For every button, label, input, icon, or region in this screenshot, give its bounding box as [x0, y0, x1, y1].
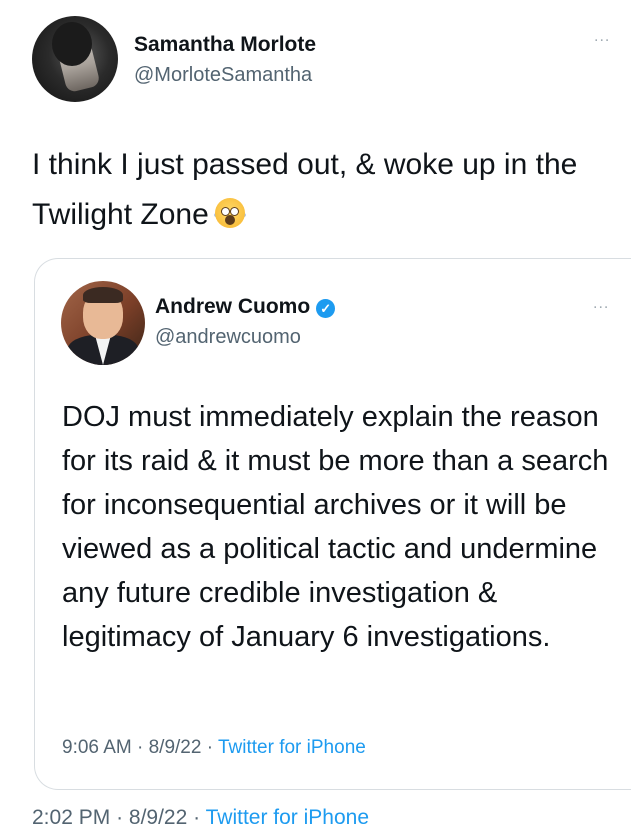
- tweet-meta: 2:02 PM · 8/9/22 · Twitter for iPhone: [32, 806, 369, 830]
- more-options-icon[interactable]: ...: [594, 28, 610, 46]
- timestamp[interactable]: 2:02 PM: [32, 806, 110, 829]
- tweet-text: I think I just passed out, & woke up in …: [32, 140, 622, 240]
- author-name[interactable]: Samantha Morlote: [134, 33, 316, 57]
- meta-separator: ·: [206, 737, 214, 758]
- quoted-date[interactable]: 8/9/22: [149, 737, 202, 758]
- source-link[interactable]: Twitter for iPhone: [206, 806, 369, 829]
- verified-badge-icon: ✓: [316, 299, 336, 318]
- avatar-hair: [52, 22, 92, 66]
- quoted-tweet-meta: 9:06 AM · 8/9/22 · Twitter for iPhone: [62, 737, 366, 759]
- quoted-author-name[interactable]: Andrew Cuomo ✓: [155, 295, 336, 319]
- meta-separator: ·: [193, 806, 201, 829]
- quoted-author-name-text: Andrew Cuomo: [155, 295, 311, 318]
- avatar-hair: [83, 287, 123, 303]
- avatar[interactable]: [32, 16, 118, 102]
- quoted-tweet-text: DOJ must immediately explain the reason …: [62, 401, 609, 653]
- quoted-tweet-card[interactable]: Andrew Cuomo ✓ @andrewcuomo ... DOJ must …: [34, 258, 631, 790]
- quoted-timestamp[interactable]: 9:06 AM: [62, 737, 132, 758]
- date[interactable]: 8/9/22: [129, 806, 187, 829]
- quoted-source-link[interactable]: Twitter for iPhone: [218, 737, 366, 758]
- author-handle[interactable]: @MorloteSamantha: [134, 64, 312, 87]
- face-screaming-in-fear-icon: [213, 198, 246, 228]
- tweet-text-body: I think I just passed out, & woke up in …: [32, 148, 578, 231]
- quoted-more-options-icon[interactable]: ...: [593, 295, 609, 313]
- quoted-author-handle[interactable]: @andrewcuomo: [155, 326, 301, 349]
- quoted-avatar[interactable]: [61, 281, 145, 365]
- meta-separator: ·: [137, 737, 144, 758]
- meta-separator: ·: [116, 806, 124, 829]
